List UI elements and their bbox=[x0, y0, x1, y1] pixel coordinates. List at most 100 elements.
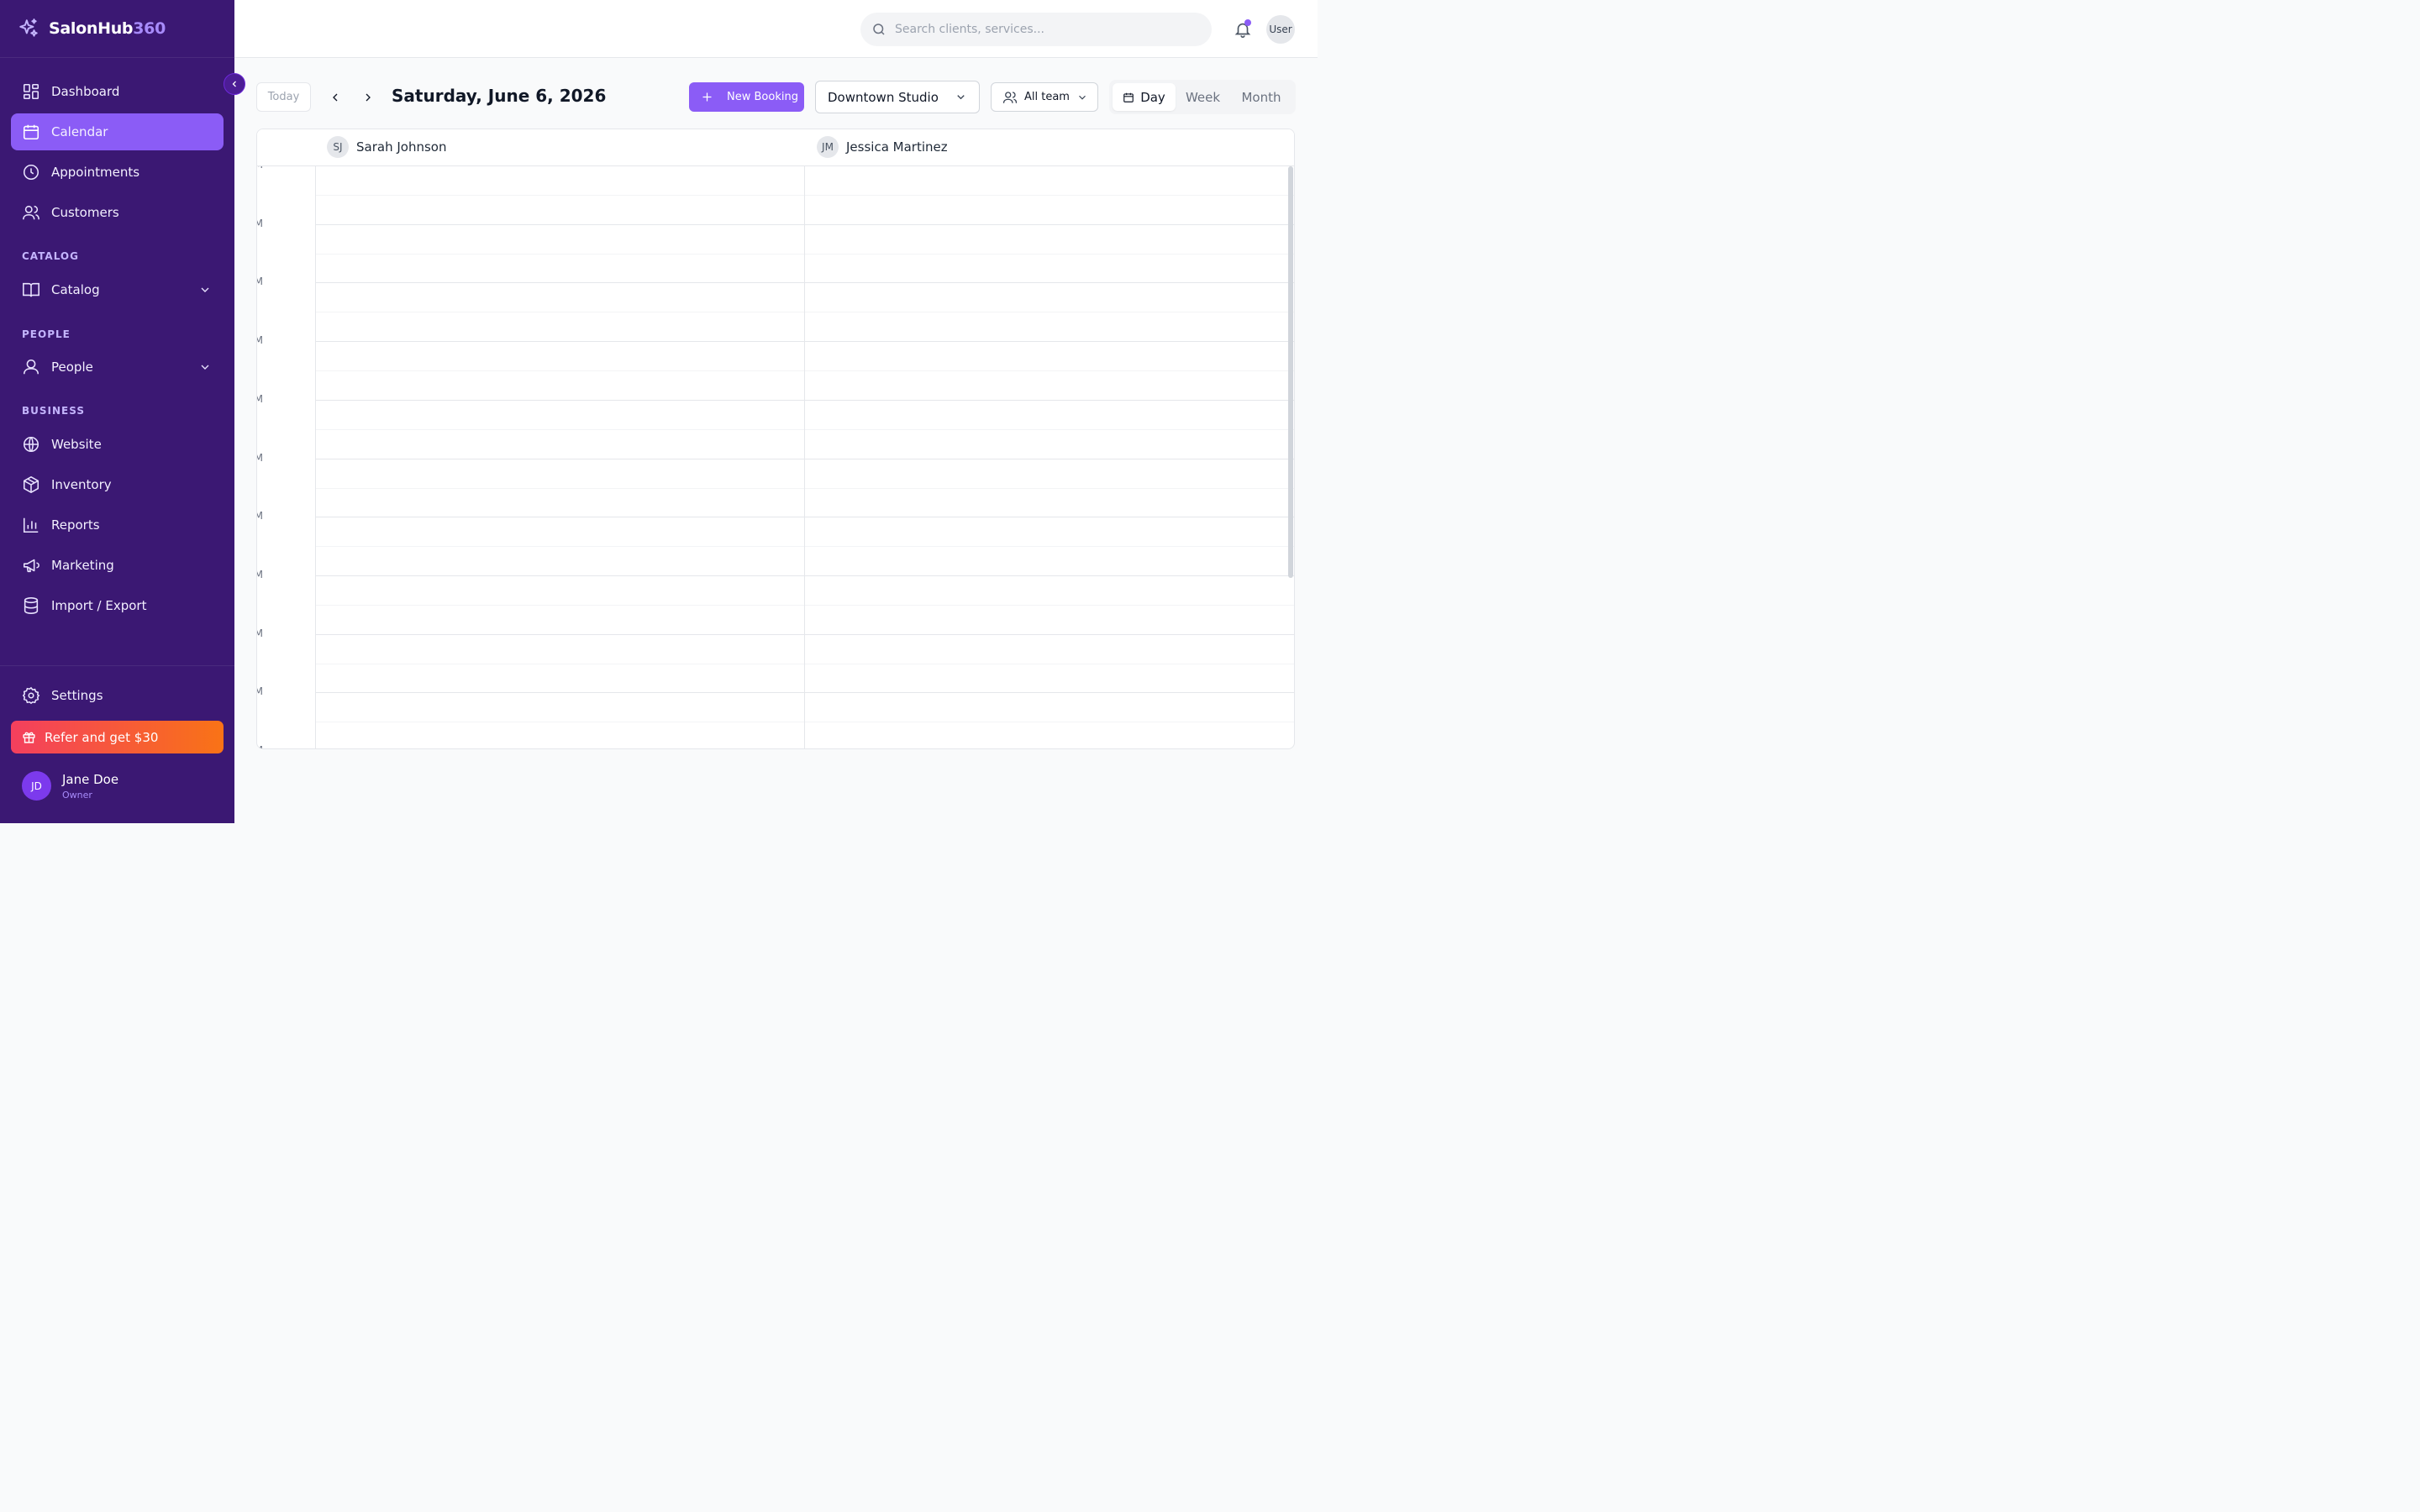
box-icon bbox=[23, 476, 39, 493]
sidebar-item-label: Inventory bbox=[51, 477, 112, 492]
sidebar-item-label: People bbox=[51, 360, 93, 375]
staff-column-header[interactable]: SJ Sarah Johnson bbox=[327, 136, 446, 158]
sidebar-item-label: Website bbox=[51, 437, 102, 452]
staff-column-header[interactable]: JM Jessica Martinez bbox=[817, 136, 948, 158]
hour-label: 3 PM bbox=[257, 627, 263, 639]
notification-dot bbox=[1244, 19, 1251, 26]
date-title: Saturday, June 6, 2026 bbox=[392, 86, 607, 106]
staff-avatar: SJ bbox=[327, 136, 349, 158]
hour-line bbox=[316, 224, 1294, 225]
new-booking-button[interactable]: New Booking bbox=[689, 82, 804, 112]
sidebar-item-marketing[interactable]: Marketing bbox=[11, 547, 224, 584]
app-name: SalonHub360 bbox=[49, 19, 166, 38]
location-value: Downtown Studio bbox=[828, 89, 939, 105]
sidebar-item-people[interactable]: People bbox=[11, 349, 224, 386]
refer-label: Refer and get $30 bbox=[45, 729, 159, 745]
sidebar-item-inventory[interactable]: Inventory bbox=[11, 466, 224, 503]
sidebar-item-calendar[interactable]: Calendar bbox=[11, 113, 224, 150]
avatar[interactable]: User bbox=[1266, 15, 1295, 44]
gift-icon bbox=[23, 732, 35, 743]
new-booking-label: New Booking bbox=[727, 91, 798, 103]
hour-label: 5 PM bbox=[257, 744, 263, 748]
sidebar-item-reports[interactable]: Reports bbox=[11, 507, 224, 543]
staff-column-divider bbox=[804, 129, 805, 748]
search-input[interactable] bbox=[895, 23, 1197, 36]
hour-line bbox=[316, 575, 1294, 576]
brand[interactable]: SalonHub360 bbox=[0, 0, 234, 58]
hour-label: 2 PM bbox=[257, 569, 263, 580]
section-label-business: BUSINESS bbox=[22, 405, 85, 417]
sidebar-divider bbox=[0, 665, 234, 666]
sidebar-item-settings[interactable]: Settings bbox=[11, 677, 224, 714]
calendar-header: SJ Sarah Johnson JM Jessica Martinez bbox=[257, 129, 1294, 166]
refer-button[interactable]: Refer and get $30 bbox=[11, 721, 224, 753]
chevron-down-icon bbox=[1079, 95, 1086, 100]
half-hour-line bbox=[316, 605, 1294, 606]
team-filter-label: All team bbox=[1024, 91, 1070, 103]
search-bar[interactable] bbox=[860, 13, 1212, 46]
chevron-right-icon bbox=[366, 93, 371, 102]
plus-icon bbox=[702, 92, 712, 102]
view-day-button[interactable]: Day bbox=[1113, 83, 1176, 111]
sidebar-item-label: Settings bbox=[51, 688, 103, 703]
prev-day-button[interactable] bbox=[326, 88, 345, 107]
next-day-button[interactable] bbox=[359, 88, 377, 107]
sidebar-item-dashboard[interactable]: Dashboard bbox=[11, 73, 224, 110]
hour-line bbox=[316, 692, 1294, 693]
staff-avatar: JM bbox=[817, 136, 839, 158]
team-filter[interactable]: All team bbox=[991, 82, 1098, 112]
hour-label: 12 PM bbox=[257, 452, 263, 464]
calendar-icon bbox=[23, 124, 39, 140]
hour-line bbox=[316, 634, 1294, 635]
view-switcher: Day Week Month bbox=[1109, 80, 1296, 114]
users-icon bbox=[23, 205, 39, 220]
hour-label: 10 AM bbox=[257, 334, 263, 346]
half-hour-line bbox=[316, 195, 1294, 196]
user-profile[interactable]: JD Jane Doe Owner bbox=[22, 771, 118, 801]
gear-icon bbox=[22, 686, 40, 705]
hour-label: 9 AM bbox=[257, 276, 263, 287]
location-select[interactable]: Downtown Studio bbox=[815, 81, 980, 113]
time-column-divider bbox=[315, 129, 316, 748]
today-button[interactable]: Today bbox=[256, 82, 311, 112]
half-hour-line bbox=[316, 370, 1294, 371]
chevron-left-icon bbox=[232, 81, 236, 87]
sidebar-item-label: Appointments bbox=[51, 165, 140, 180]
half-hour-line bbox=[316, 546, 1294, 547]
chevron-left-icon bbox=[333, 93, 338, 102]
collapse-sidebar-button[interactable] bbox=[224, 73, 245, 95]
book-icon bbox=[23, 282, 39, 297]
globe-icon bbox=[23, 436, 39, 453]
megaphone-icon bbox=[23, 559, 39, 573]
sidebar-item-website[interactable]: Website bbox=[11, 426, 224, 463]
sidebar-item-label: Import / Export bbox=[51, 598, 147, 613]
clock-icon bbox=[23, 164, 39, 181]
sidebar-item-catalog[interactable]: Catalog bbox=[11, 271, 224, 308]
view-week-button[interactable]: Week bbox=[1176, 83, 1230, 111]
chevron-down-icon bbox=[201, 287, 209, 292]
search-icon bbox=[873, 24, 885, 35]
sidebar: SalonHub360 Dashboard Calendar Appointme… bbox=[0, 0, 234, 823]
hour-line bbox=[316, 341, 1294, 342]
half-hour-line bbox=[316, 254, 1294, 255]
topbar: User bbox=[234, 0, 1318, 58]
sidebar-item-appointments[interactable]: Appointments bbox=[11, 154, 224, 191]
hour-label: 1 PM bbox=[257, 510, 263, 522]
staff-name: Jessica Martinez bbox=[846, 139, 948, 155]
view-month-button[interactable]: Month bbox=[1230, 83, 1292, 111]
scrollbar[interactable] bbox=[1288, 166, 1293, 578]
database-icon bbox=[24, 597, 39, 614]
staff-name: Sarah Johnson bbox=[356, 139, 447, 155]
sidebar-item-customers[interactable]: Customers bbox=[11, 194, 224, 231]
sidebar-item-label: Reports bbox=[51, 517, 100, 533]
users-icon bbox=[1002, 91, 1018, 103]
calendar-icon bbox=[1123, 92, 1134, 102]
section-label-catalog: CATALOG bbox=[22, 250, 79, 262]
sparkle-logo-icon bbox=[19, 18, 38, 37]
bar-chart-icon bbox=[23, 517, 39, 533]
sidebar-item-import-export[interactable]: Import / Export bbox=[11, 587, 224, 624]
avatar: JD bbox=[22, 771, 51, 801]
half-hour-line bbox=[316, 429, 1294, 430]
section-label-people: PEOPLE bbox=[22, 328, 71, 340]
grid-icon bbox=[23, 83, 39, 100]
